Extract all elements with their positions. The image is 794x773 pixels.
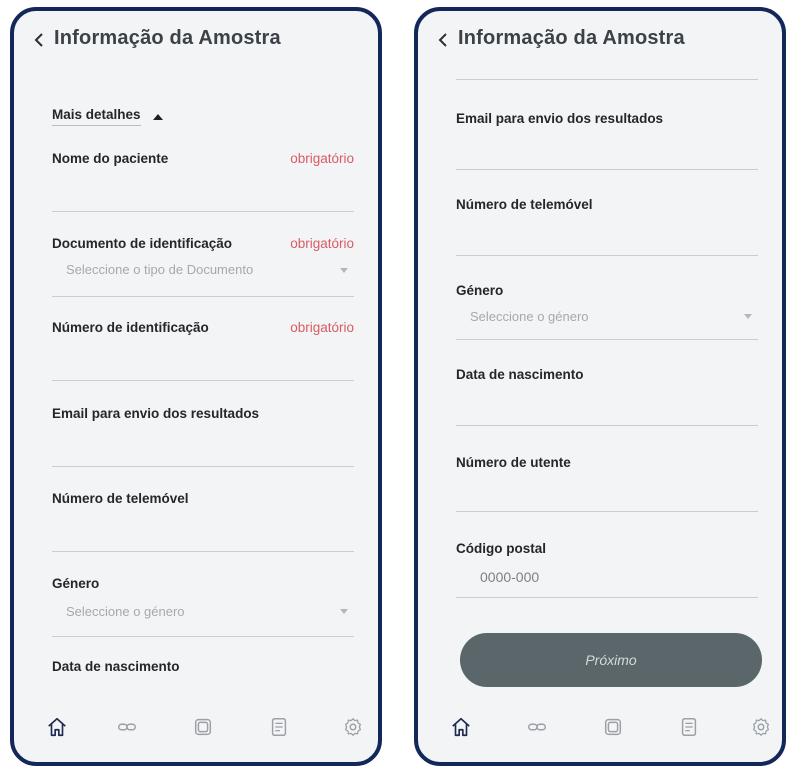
link-icon	[528, 723, 546, 731]
field-label: Código postal	[456, 541, 546, 556]
layers-icon	[604, 718, 622, 736]
tab-layers[interactable]	[188, 712, 218, 742]
field-underline	[52, 296, 354, 297]
phone-input[interactable]	[456, 219, 758, 257]
health-number-field: Número de utente	[456, 455, 758, 517]
gender-select[interactable]: Seleccione o género	[456, 305, 758, 343]
phone-screen-left: Informação da Amostra Mais detalhes Nome…	[10, 7, 382, 766]
settings-icon	[345, 718, 361, 736]
tab-home[interactable]	[446, 712, 476, 742]
field-label: Email para envio dos resultados	[456, 111, 664, 126]
required-badge: obrigatório	[290, 320, 354, 335]
tab-documents[interactable]	[264, 712, 294, 742]
field-underline	[52, 636, 354, 637]
next-button[interactable]: Próximo	[460, 633, 762, 687]
gender-field: Género Seleccione o género	[456, 283, 758, 345]
id-number-input[interactable]	[52, 342, 354, 380]
phone-field: Número de telemóvel	[456, 197, 758, 259]
tab-link[interactable]	[522, 712, 552, 742]
field-underline	[456, 425, 758, 426]
tab-settings[interactable]	[338, 712, 368, 742]
field-underline	[52, 551, 354, 552]
tab-documents[interactable]	[674, 712, 704, 742]
tab-home[interactable]	[42, 712, 72, 742]
field-underline	[456, 255, 758, 256]
field-underline	[52, 211, 354, 212]
chevron-down-icon	[340, 609, 348, 614]
link-icon	[118, 723, 136, 731]
select-placeholder: Seleccione o género	[66, 604, 185, 619]
header: Informação da Amostra	[418, 11, 782, 71]
email-input[interactable]	[52, 428, 354, 466]
more-details-toggle[interactable]: Mais detalhes	[52, 107, 163, 126]
settings-icon	[753, 718, 769, 736]
bottom-tab-bar	[14, 712, 378, 752]
field-underline	[456, 169, 758, 170]
tab-link[interactable]	[112, 712, 142, 742]
id-document-field: Documento de identificação obrigatório S…	[52, 236, 354, 298]
back-chevron-icon[interactable]	[28, 29, 50, 51]
page-title: Informação da Amostra	[54, 27, 281, 49]
phone-screen-right: Informação da Amostra Email para envio d…	[414, 7, 786, 766]
bottom-tab-bar	[418, 712, 782, 752]
email-input[interactable]	[456, 133, 758, 171]
field-label: Data de nascimento	[456, 367, 584, 382]
birth-date-field: Data de nascimento	[456, 367, 758, 429]
field-underline	[456, 79, 758, 80]
tab-settings[interactable]	[746, 712, 776, 742]
field-label: Género	[52, 576, 100, 591]
back-chevron-icon[interactable]	[432, 29, 454, 51]
caret-up-icon	[152, 113, 163, 120]
required-badge: obrigatório	[290, 151, 354, 166]
email-field: Email para envio dos resultados	[456, 111, 758, 173]
select-placeholder: Seleccione o tipo de Documento	[66, 262, 254, 277]
layers-icon	[194, 718, 212, 736]
health-number-input[interactable]	[456, 477, 758, 515]
chevron-down-icon	[744, 314, 752, 319]
phone-field: Número de telemóvel	[52, 491, 354, 553]
field-label: Número de telemóvel	[52, 491, 189, 506]
field-label: Data de nascimento	[52, 659, 180, 674]
patient-name-input[interactable]	[52, 173, 354, 211]
patient-name-field: Nome do paciente obrigatório	[52, 151, 354, 213]
field-underline	[456, 339, 758, 340]
gender-field: Género Seleccione o género	[52, 576, 354, 638]
id-number-field: Número de identificação obrigatório	[52, 320, 354, 382]
document-icon	[681, 718, 697, 736]
header: Informação da Amostra	[14, 11, 378, 71]
birth-date-input[interactable]	[456, 389, 758, 427]
field-label: Género	[456, 283, 504, 298]
id-document-select[interactable]: Seleccione o tipo de Documento	[52, 258, 354, 296]
email-field: Email para envio dos resultados	[52, 406, 354, 468]
home-icon	[48, 717, 66, 737]
field-underline	[52, 466, 354, 467]
field-label: Número de utente	[456, 455, 571, 470]
gender-select[interactable]: Seleccione o género	[52, 598, 354, 636]
previous-field-underline	[456, 79, 758, 81]
field-label: Número de telemóvel	[456, 197, 593, 212]
home-icon	[452, 717, 470, 737]
more-details-label: Mais detalhes	[52, 107, 141, 126]
postal-code-input[interactable]: 0000-000	[456, 563, 758, 601]
tab-layers[interactable]	[598, 712, 628, 742]
phone-input[interactable]	[52, 513, 354, 551]
field-underline	[456, 597, 758, 598]
birth-date-field: Data de nascimento	[52, 659, 354, 689]
page-title: Informação da Amostra	[458, 27, 685, 49]
chevron-down-icon	[340, 268, 348, 273]
field-label: Email para envio dos resultados	[52, 406, 260, 421]
field-underline	[52, 380, 354, 381]
document-icon	[271, 718, 287, 736]
select-placeholder: Seleccione o género	[470, 309, 589, 324]
field-underline	[456, 511, 758, 512]
required-badge: obrigatório	[290, 236, 354, 251]
postal-code-field: Código postal 0000-000	[456, 541, 758, 603]
postal-code-placeholder: 0000-000	[480, 569, 540, 585]
